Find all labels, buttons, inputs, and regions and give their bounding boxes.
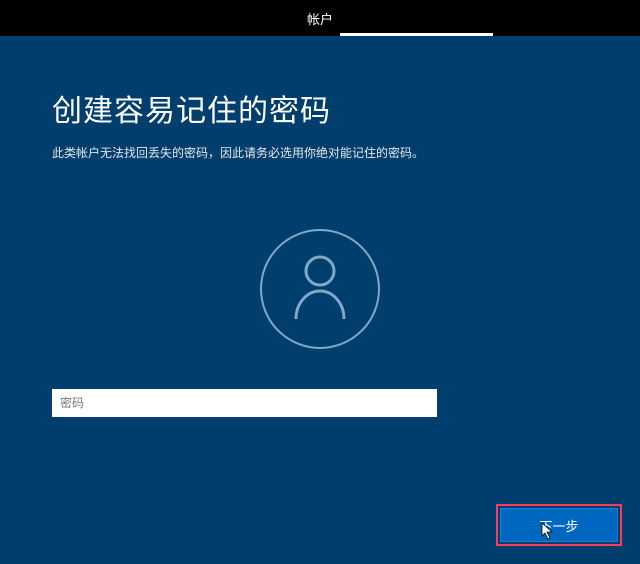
- next-button-label: 下一步: [539, 516, 578, 535]
- page-title: 创建容易记住的密码: [52, 86, 588, 130]
- page-subtitle: 此类帐户无法找回丢失的密码，因此请务必选用你绝对能记住的密码。: [52, 144, 588, 161]
- password-input[interactable]: [52, 389, 437, 417]
- next-button[interactable]: 下一步: [500, 508, 618, 542]
- main-content: 创建容易记住的密码 此类帐户无法找回丢失的密码，因此请务必选用你绝对能记住的密码…: [0, 36, 640, 417]
- user-icon: [290, 253, 350, 326]
- top-bar: 帐户: [0, 0, 640, 36]
- user-avatar-circle: [260, 229, 380, 349]
- next-button-highlight: 下一步: [496, 504, 622, 546]
- tab-underline: [340, 33, 493, 36]
- avatar-container: [52, 229, 588, 349]
- tab-account[interactable]: 帐户: [307, 9, 333, 28]
